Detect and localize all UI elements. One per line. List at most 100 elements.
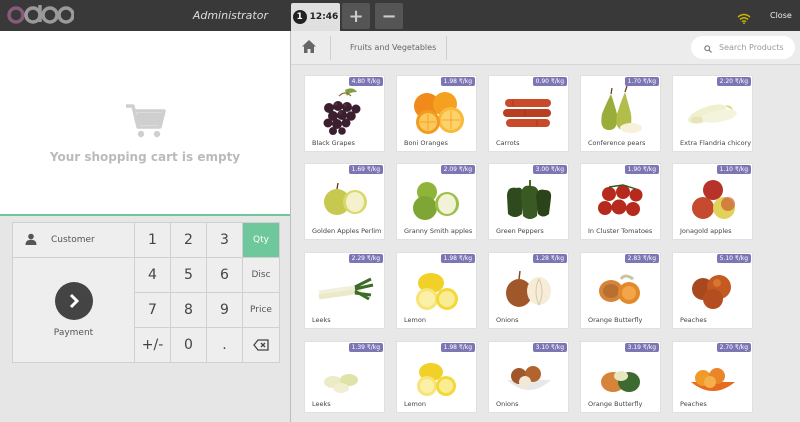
pane-divider bbox=[290, 31, 291, 422]
oranges-icon bbox=[414, 92, 464, 134]
product-name: Orange Butterfly bbox=[588, 400, 643, 408]
product-name: Conference pears bbox=[588, 139, 646, 147]
product-name: Green Peppers bbox=[496, 227, 544, 235]
product-name: Onions bbox=[496, 400, 519, 408]
product-name: Lemon bbox=[404, 400, 426, 408]
mode-disc-button[interactable]: Disc bbox=[243, 258, 279, 292]
product-name: Jonagold apples bbox=[680, 227, 732, 235]
numpad-key-4[interactable]: 4 bbox=[135, 258, 170, 292]
order-number-badge: 1 bbox=[292, 10, 307, 24]
numpad-key-8[interactable]: 8 bbox=[171, 293, 206, 327]
breadcrumb-separator bbox=[446, 36, 447, 60]
order-cart: Your shopping cart is empty bbox=[0, 31, 290, 214]
mode-price-button[interactable]: Price bbox=[243, 293, 279, 327]
product-search-box[interactable]: Search Products bbox=[691, 36, 795, 59]
product-name: Extra Flandria chicory bbox=[680, 139, 752, 147]
product-name: Leeks bbox=[312, 316, 331, 324]
numpad-key-0[interactable]: 0 bbox=[171, 328, 206, 362]
product-name: Lemon bbox=[404, 316, 426, 324]
product-card[interactable]: 1.69 ₹/kg Golden Apples Perlim bbox=[304, 163, 385, 240]
tomatoes-icon bbox=[598, 184, 643, 216]
user-icon bbox=[25, 233, 37, 248]
numpad-key-1[interactable]: 1 bbox=[135, 223, 170, 257]
product-card[interactable]: 1.70 ₹/kg Conference pears bbox=[580, 75, 661, 152]
product-name: Orange Butterfly bbox=[588, 316, 643, 324]
product-card[interactable]: 2.29 ₹/kg Leeks bbox=[304, 252, 385, 329]
product-name: Golden Apples Perlim bbox=[312, 227, 382, 235]
numpad-key-9[interactable]: 9 bbox=[207, 293, 242, 327]
product-name: In Cluster Tomatoes bbox=[588, 227, 653, 235]
lemon-icon bbox=[416, 273, 458, 310]
product-card[interactable]: 3.10 ₹/kg Onions bbox=[488, 341, 569, 413]
customer-label: Customer bbox=[51, 235, 95, 245]
delete-order-button[interactable]: − bbox=[375, 3, 403, 29]
product-card[interactable]: 1.98 ₹/kg Boni Oranges bbox=[396, 75, 477, 152]
order-time: 12:46 bbox=[309, 12, 339, 22]
leeks-icon bbox=[318, 277, 374, 301]
breadcrumb-separator bbox=[330, 36, 331, 60]
numpad-key-7[interactable]: 7 bbox=[135, 293, 170, 327]
squash-icon bbox=[601, 371, 640, 392]
chicory-icon bbox=[688, 104, 737, 124]
onion-bowl-icon bbox=[507, 366, 551, 390]
product-card[interactable]: 3.19 ₹/kg Orange Butterfly bbox=[580, 341, 661, 413]
product-name: Peaches bbox=[680, 316, 707, 324]
shopping-cart-icon bbox=[124, 103, 166, 143]
mode-qty-button[interactable]: Qty bbox=[243, 223, 279, 257]
username: Administrator bbox=[192, 9, 268, 22]
numpad-key-plus-minus[interactable]: +/- bbox=[135, 328, 170, 362]
product-name: Granny Smith apples bbox=[404, 227, 473, 235]
product-name: Onions bbox=[496, 316, 519, 324]
product-card[interactable]: 1.98 ₹/kg Lemon bbox=[396, 341, 477, 413]
product-name: Peaches bbox=[680, 400, 707, 408]
breadcrumb-category[interactable]: Fruits and Vegetables bbox=[350, 31, 436, 65]
numpad-key-3[interactable]: 3 bbox=[207, 223, 242, 257]
backspace-icon bbox=[253, 336, 269, 355]
product-grid: 4.80 ₹/kg Black Grapes 1.98 ₹/kg Boni Or… bbox=[291, 65, 800, 422]
payment-button[interactable]: Payment bbox=[13, 258, 134, 362]
product-card[interactable]: 1.98 ₹/kg Lemon bbox=[396, 252, 477, 329]
product-name: Boni Oranges bbox=[404, 139, 448, 147]
home-icon[interactable] bbox=[301, 39, 317, 58]
customer-button[interactable]: Customer bbox=[13, 223, 134, 257]
product-card[interactable]: 2.09 ₹/kg Granny Smith apples bbox=[396, 163, 477, 240]
payment-label: Payment bbox=[53, 328, 94, 338]
numpad-key-2[interactable]: 2 bbox=[171, 223, 206, 257]
backspace-button[interactable] bbox=[243, 328, 279, 362]
product-card[interactable]: 2.70 ₹/kg Peaches bbox=[672, 341, 753, 413]
cart-empty-message: Your shopping cart is empty bbox=[49, 150, 241, 164]
order-tab[interactable]: 1 12:46 bbox=[291, 3, 340, 31]
green-apple-icon bbox=[413, 182, 459, 220]
onion-icon bbox=[506, 270, 551, 307]
numpad-key-6[interactable]: 6 bbox=[207, 258, 242, 292]
product-card[interactable]: 0.90 ₹/kg Carrots bbox=[488, 75, 569, 152]
golden-apple-icon bbox=[324, 182, 367, 215]
close-button[interactable]: Close bbox=[770, 0, 792, 31]
numpad-key-dot[interactable]: . bbox=[207, 328, 242, 362]
product-card[interactable]: 4.80 ₹/kg Black Grapes bbox=[304, 75, 385, 152]
product-name: Black Grapes bbox=[312, 139, 355, 147]
product-card[interactable]: 1.28 ₹/kg Onions bbox=[488, 252, 569, 329]
peaches-bowl-icon bbox=[691, 368, 735, 391]
product-card[interactable]: 2.20 ₹/kg Extra Flandria chicory bbox=[672, 75, 753, 152]
squash-icon bbox=[599, 274, 640, 304]
lemon-icon bbox=[417, 363, 456, 396]
red-apples-icon bbox=[692, 180, 735, 219]
chevron-right-icon bbox=[54, 282, 93, 320]
wifi-icon bbox=[737, 9, 751, 28]
search-input[interactable]: Search Products bbox=[719, 43, 784, 52]
leeks-icon bbox=[324, 374, 358, 393]
product-name: Leeks bbox=[312, 400, 331, 408]
product-card[interactable]: 1.39 ₹/kg Leeks bbox=[304, 341, 385, 413]
product-card[interactable]: 3.00 ₹/kg Green Peppers bbox=[488, 163, 569, 240]
pepper-icon bbox=[507, 180, 552, 219]
product-card[interactable]: 5.10 ₹/kg Peaches bbox=[672, 252, 753, 329]
grapes-icon bbox=[323, 88, 361, 135]
odoo-logo bbox=[6, 1, 74, 29]
product-card[interactable]: 2.83 ₹/kg Orange Butterfly bbox=[580, 252, 661, 329]
product-card[interactable]: 1.90 ₹/kg In Cluster Tomatoes bbox=[580, 163, 661, 240]
new-order-button[interactable]: + bbox=[342, 3, 370, 29]
carrots-icon bbox=[503, 99, 551, 127]
numpad-key-5[interactable]: 5 bbox=[171, 258, 206, 292]
product-card[interactable]: 1.10 ₹/kg Jonagold apples bbox=[672, 163, 753, 240]
